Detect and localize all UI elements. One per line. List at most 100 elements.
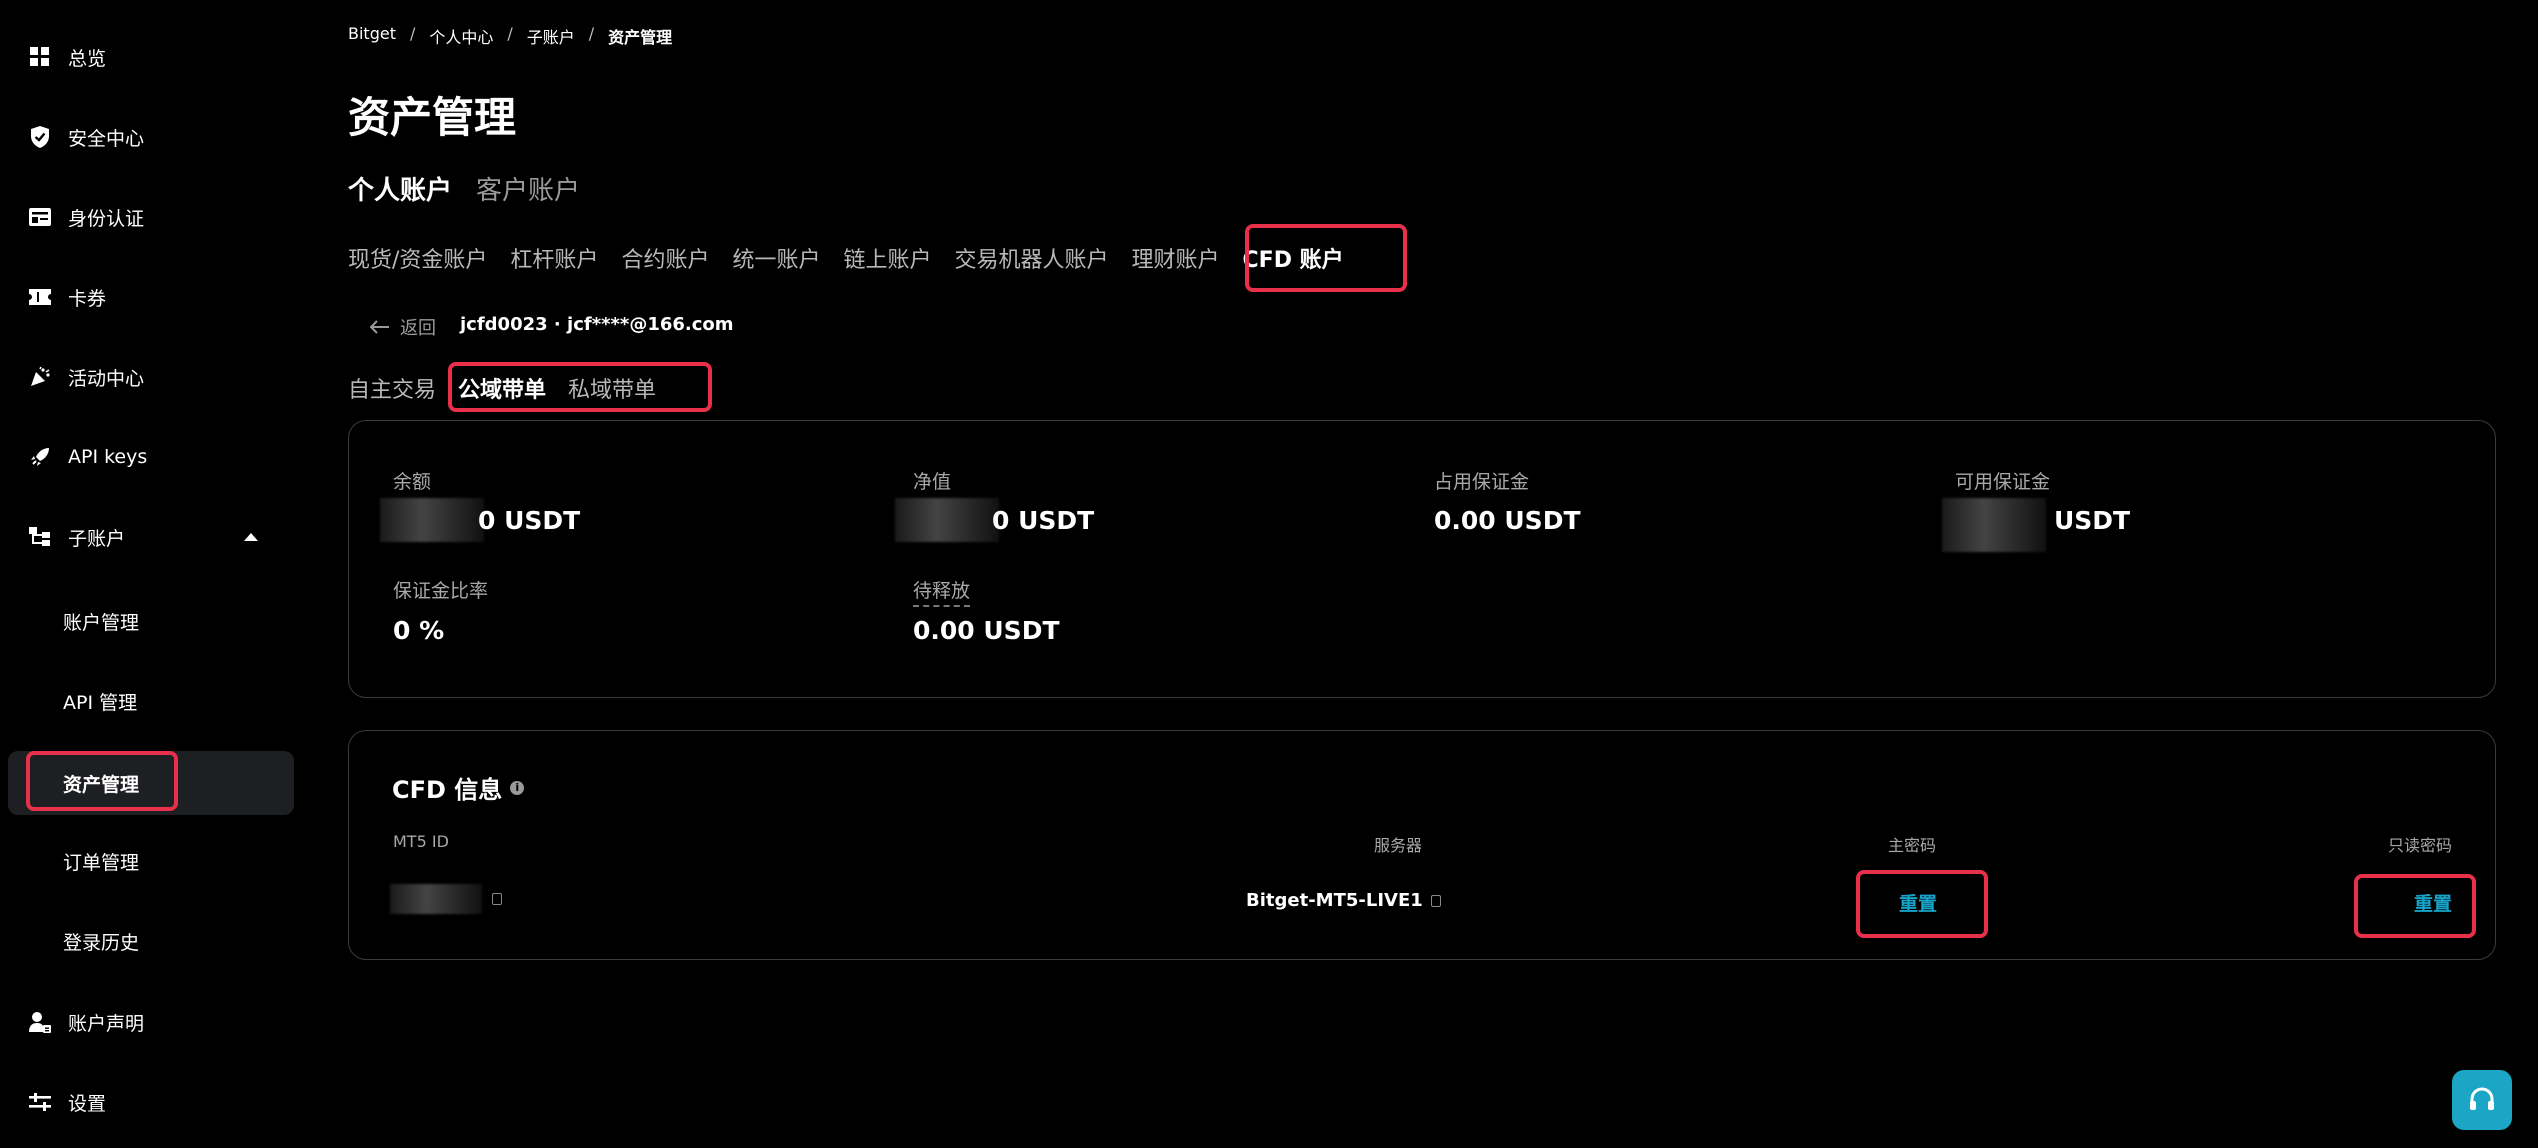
net-value: 0 USDT xyxy=(992,506,1095,535)
available-margin-label: 可用保证金 xyxy=(1955,471,2051,493)
sidebar-item-label: 订单管理 xyxy=(63,851,140,874)
sidebar: 总览 安全中心 身份认证 卡券 活动中心 API keys 子账户 账户管理 A… xyxy=(0,0,300,1148)
cfd-info-title-text: CFD 信息 xyxy=(392,776,503,804)
trading-mode-tabs: 自主交易 公域带单 私域带单 xyxy=(348,372,656,404)
back-label: 返回 xyxy=(400,318,436,339)
available-margin-value: USDT xyxy=(2054,506,2131,535)
server-name: Bitget-MT5-LIVE1 xyxy=(1246,890,1423,911)
column-header-server: 服务器 xyxy=(1374,836,1423,855)
breadcrumb-current: 资产管理 xyxy=(608,28,673,47)
sidebar-item-account-statement[interactable]: 账户声明 xyxy=(0,990,300,1054)
tab-cfd[interactable]: CFD 账户 xyxy=(1243,242,1344,274)
party-icon xyxy=(28,365,52,389)
tab-onchain[interactable]: 链上账户 xyxy=(843,242,931,274)
shield-icon xyxy=(28,125,52,149)
sidebar-item-asset-management[interactable]: 资产管理 xyxy=(0,751,300,815)
balance-label: 余额 xyxy=(393,471,432,493)
tab-self-trading[interactable]: 自主交易 xyxy=(348,372,436,404)
ticket-icon xyxy=(28,285,52,309)
info-icon[interactable]: i xyxy=(510,780,525,795)
grid-icon xyxy=(28,45,52,69)
breadcrumb-item[interactable]: 子账户 xyxy=(527,24,575,48)
tab-unified[interactable]: 统一账户 xyxy=(732,242,820,274)
masked-value xyxy=(380,498,484,542)
rocket-icon xyxy=(28,445,52,469)
reset-readonly-password-link[interactable]: 重置 xyxy=(2414,889,2452,916)
sidebar-item-label: 总览 xyxy=(68,47,107,70)
sidebar-item-order-management[interactable]: 订单管理 xyxy=(0,829,300,893)
used-margin-label: 占用保证金 xyxy=(1434,471,1530,493)
tab-personal-account[interactable]: 个人账户 xyxy=(348,170,452,207)
copy-icon[interactable] xyxy=(1430,894,1441,907)
headset-icon xyxy=(2470,1087,2494,1110)
sidebar-item-security[interactable]: 安全中心 xyxy=(0,105,300,169)
breadcrumb-separator: / xyxy=(588,24,595,43)
sidebar-item-label: 活动中心 xyxy=(68,367,145,390)
sidebar-item-label: API keys xyxy=(68,446,148,468)
tab-client-account[interactable]: 客户账户 xyxy=(476,170,580,207)
asset-summary-card xyxy=(348,420,2496,698)
tab-public-copy[interactable]: 公域带单 xyxy=(458,372,546,404)
user-doc-icon xyxy=(28,1010,52,1034)
sidebar-item-settings[interactable]: 设置 xyxy=(0,1070,300,1134)
id-card-icon xyxy=(28,205,52,229)
pending-release-value: 0.00 USDT xyxy=(913,616,1060,645)
hierarchy-icon xyxy=(28,525,52,549)
sidebar-item-label: 子账户 xyxy=(68,527,126,550)
sidebar-item-label: 账户声明 xyxy=(68,1012,145,1035)
tab-private-copy[interactable]: 私域带单 xyxy=(568,372,656,404)
sidebar-item-label: 身份认证 xyxy=(68,207,145,230)
account-tabs: 现货/资金账户 杠杆账户 合约账户 统一账户 链上账户 交易机器人账户 理财账户… xyxy=(348,242,1344,274)
tab-earn[interactable]: 理财账户 xyxy=(1132,242,1220,274)
tab-spot-funding[interactable]: 现货/资金账户 xyxy=(348,242,487,274)
margin-ratio-value: 0 % xyxy=(393,616,445,645)
chevron-up-icon[interactable] xyxy=(244,533,258,541)
sidebar-item-overview[interactable]: 总览 xyxy=(0,25,300,89)
sidebar-item-identity[interactable]: 身份认证 xyxy=(0,185,300,249)
breadcrumb-item[interactable]: Bitget xyxy=(348,24,396,48)
server-value: Bitget-MT5-LIVE1 xyxy=(1246,890,1441,911)
column-header-main-password: 主密码 xyxy=(1888,836,1937,855)
used-margin-value: 0.00 USDT xyxy=(1434,506,1581,535)
pending-release-label[interactable]: 待释放 xyxy=(913,576,971,607)
column-header-readonly-password: 只读密码 xyxy=(2388,836,2453,855)
sidebar-item-subaccount[interactable]: 子账户 xyxy=(0,505,300,569)
masked-value xyxy=(1942,498,2046,552)
sidebar-item-label: 登录历史 xyxy=(63,931,140,954)
sidebar-item-coupons[interactable]: 卡券 xyxy=(0,265,300,329)
sidebar-item-label: 卡券 xyxy=(68,287,107,310)
sliders-icon xyxy=(28,1090,52,1114)
sidebar-item-api-keys[interactable]: API keys xyxy=(0,425,300,489)
copy-icon[interactable] xyxy=(492,893,502,905)
sidebar-item-label: API 管理 xyxy=(63,691,138,714)
customer-support-button[interactable] xyxy=(2452,1070,2512,1130)
back-link[interactable]: 返回 xyxy=(370,314,436,340)
sidebar-item-label: 资产管理 xyxy=(63,773,140,796)
sidebar-item-label: 账户管理 xyxy=(63,611,140,634)
breadcrumb-separator: / xyxy=(507,24,513,43)
sidebar-item-api-management[interactable]: API 管理 xyxy=(0,669,300,733)
net-value-label: 净值 xyxy=(913,471,952,493)
page-title: 资产管理 xyxy=(348,93,517,142)
balance-value: 0 USDT xyxy=(478,506,581,535)
breadcrumb-item[interactable]: 个人中心 xyxy=(429,24,493,48)
tab-margin[interactable]: 杠杆账户 xyxy=(510,242,598,274)
sidebar-item-label: 安全中心 xyxy=(68,127,145,150)
tab-trading-bot[interactable]: 交易机器人账户 xyxy=(954,242,1108,274)
account-type-tabs: 个人账户 客户账户 xyxy=(348,170,580,207)
breadcrumb-separator: / xyxy=(409,24,416,43)
masked-mt5-id xyxy=(390,884,482,914)
margin-ratio-label: 保证金比率 xyxy=(393,580,489,602)
sidebar-item-events[interactable]: 活动中心 xyxy=(0,345,300,409)
sidebar-item-login-history[interactable]: 登录历史 xyxy=(0,909,300,973)
sidebar-item-label: 设置 xyxy=(68,1092,107,1115)
account-info: jcfd0023 · jcf****@166.com xyxy=(460,314,734,335)
cfd-info-title: CFD 信息 i xyxy=(392,770,525,805)
sidebar-item-account-management[interactable]: 账户管理 xyxy=(0,589,300,653)
column-header-mt5-id: MT5 ID xyxy=(393,832,449,851)
reset-main-password-link[interactable]: 重置 xyxy=(1899,889,1937,916)
breadcrumb: Bitget / 个人中心 / 子账户 / 资产管理 xyxy=(348,24,672,48)
masked-value xyxy=(895,498,999,542)
arrow-left-icon xyxy=(370,320,389,334)
tab-futures[interactable]: 合约账户 xyxy=(621,242,709,274)
